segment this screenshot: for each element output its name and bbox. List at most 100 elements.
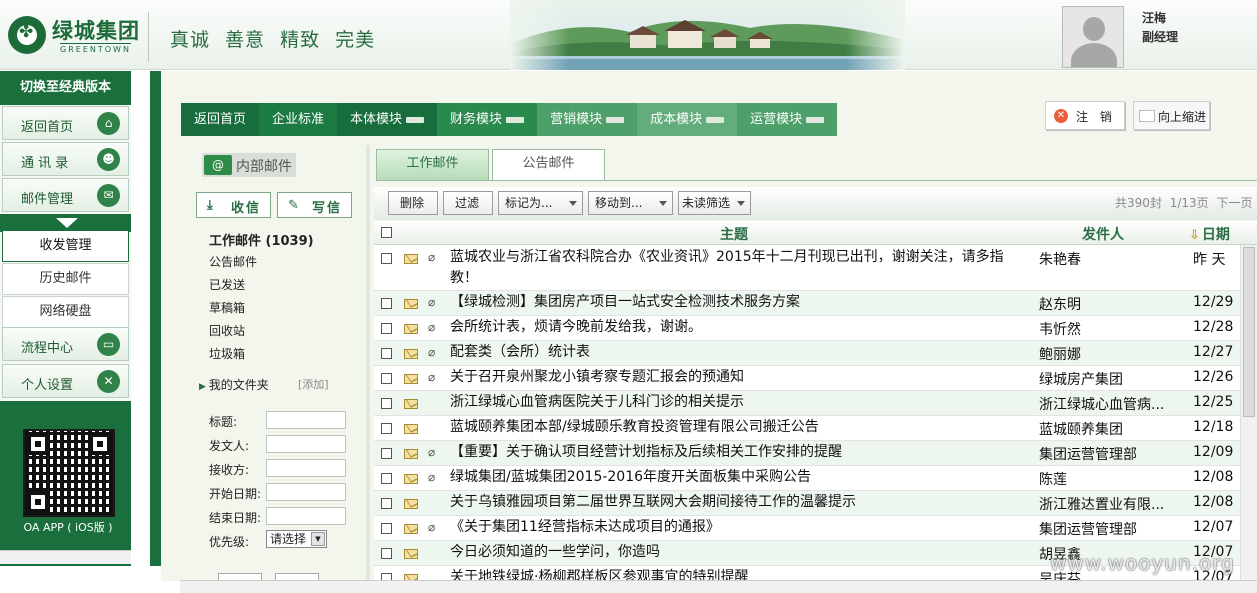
mail-sender: 陈莲 <box>1039 472 1067 488</box>
mail-date: 12/07 <box>1193 519 1234 535</box>
folder-work-mail[interactable]: 工作邮件 (1039) <box>209 230 314 249</box>
mail-subject[interactable]: 关于召开泉州聚龙小镇考察专题汇报会的预通知 <box>450 367 1030 388</box>
scrollbar-thumb[interactable] <box>1243 247 1255 417</box>
mail-row[interactable]: 关于乌镇雅园项目第二届世界互联网大会期间接待工作的温馨提示 浙江雅达置业有限...… <box>374 491 1257 516</box>
nav-standards[interactable]: 企业标准 <box>259 103 338 136</box>
unread-filter-dropdown[interactable]: 未读筛选 <box>678 191 751 215</box>
mail-subject[interactable]: 《关于集团11经营指标未达成项目的通报》 <box>450 517 1030 538</box>
row-checkbox[interactable] <box>381 253 392 264</box>
priority-value: 请选择 <box>270 532 307 546</box>
triangle-right-icon: ▶ <box>199 382 209 392</box>
nav-finance-module[interactable]: 财务模块 <box>437 103 538 136</box>
attachment-icon: ⌀ <box>428 250 436 264</box>
mail-subject[interactable]: 会所统计表，烦请今晚前发给我，谢谢。 <box>450 317 1030 338</box>
mail-list-vertical-scrollbar[interactable] <box>1240 245 1257 585</box>
mail-row[interactable]: ⌀ 绿城集团/蓝城集团2015-2016年度开关面板集中采购公告 陈莲 12/08 <box>374 466 1257 491</box>
priority-select[interactable]: 请选择 ▼ <box>266 530 327 548</box>
filter-button[interactable]: 过滤 <box>443 191 493 215</box>
write-mail-button[interactable]: ✎ 写信 <box>277 192 352 218</box>
pane-splitter[interactable] <box>366 145 370 585</box>
filter-end-date-input[interactable] <box>266 507 346 525</box>
folder-announcement[interactable]: 公告邮件 <box>209 253 257 270</box>
mail-row[interactable]: ⌀ 配套类（会所）统计表 鲍丽娜 12/27 <box>374 341 1257 366</box>
mail-row[interactable]: 蓝城颐养集团本部/绿城颐乐教育投资管理有限公司搬迁公告 蓝城颐养集团 12/18 <box>374 416 1257 441</box>
user-avatar[interactable] <box>1062 6 1124 68</box>
nav-cost-module[interactable]: 成本模块 <box>637 103 738 136</box>
sidebar-item-settings[interactable]: 个人设置 ✕ <box>2 364 129 398</box>
receive-mail-button[interactable]: ⤓ 收信 <box>196 192 271 218</box>
folder-junk[interactable]: 垃圾箱 <box>209 345 245 362</box>
row-checkbox[interactable] <box>381 423 392 434</box>
mail-subject[interactable]: 【重要】关于确认项目经营计划指标及后续相关工作安排的提醒 <box>450 442 1030 463</box>
filter-label: 结束日期: <box>209 511 262 525</box>
sidebar-item-home[interactable]: 返回首页 ⌂ <box>2 106 129 140</box>
sidebar-subitem-netdisk[interactable]: 网络硬盘 <box>2 296 129 328</box>
date-column-header[interactable]: ⇩ 日期 <box>1189 224 1230 244</box>
envelope-icon <box>404 254 418 264</box>
nav-label: 运营模块 <box>750 112 803 127</box>
row-checkbox[interactable] <box>381 298 392 309</box>
select-all-checkbox[interactable] <box>381 227 392 238</box>
filter-start-date-input[interactable] <box>266 483 346 501</box>
sidebar-item-workflow[interactable]: 流程中心 ▭ <box>2 327 129 361</box>
row-checkbox[interactable] <box>381 523 392 534</box>
mail-subject[interactable]: 关于乌镇雅园项目第二届世界互联网大会期间接待工作的温馨提示 <box>450 492 1030 513</box>
row-checkbox[interactable] <box>381 398 392 409</box>
sidebar-subitem-send-receive[interactable]: 收发管理 <box>2 230 129 262</box>
mark-as-dropdown[interactable]: 标记为... <box>498 191 583 215</box>
folder-recycle[interactable]: 回收站 <box>209 322 245 339</box>
collapse-up-button[interactable]: 向上缩进 <box>1133 101 1210 130</box>
sidebar-item-contacts[interactable]: 通 讯 录 ☻ <box>2 142 129 176</box>
mail-sender: 浙江绿城心血管病... <box>1039 397 1165 413</box>
row-checkbox[interactable] <box>381 548 392 559</box>
add-folder-link[interactable]: [添加] <box>298 376 329 392</box>
nav-home[interactable]: 返回首页 <box>181 103 260 136</box>
sidebar-collapse-bar[interactable] <box>150 71 161 566</box>
nav-marketing-module[interactable]: 营销模块 <box>537 103 638 136</box>
user-name: 汪梅 <box>1142 11 1167 25</box>
mail-row[interactable]: ⌀ 【重要】关于确认项目经营计划指标及后续相关工作安排的提醒 集团运营管理部 12/0… <box>374 441 1257 466</box>
nav-core-module[interactable]: 本体模块 <box>337 103 438 136</box>
switch-classic-button[interactable]: 切换至经典版本 <box>0 71 131 105</box>
filter-title-input[interactable] <box>266 411 346 429</box>
mail-subject[interactable]: 【绿城检测】集团房产项目一站式安全检测技术服务方案 <box>450 292 1030 313</box>
subject-column-header[interactable]: 主题 <box>720 224 748 244</box>
mail-row[interactable]: ⌀ 会所统计表，烦请今晚前发给我，谢谢。 韦忻然 12/28 <box>374 316 1257 341</box>
row-checkbox[interactable] <box>381 373 392 384</box>
tools-icon: ✕ <box>97 370 120 393</box>
page-horizontal-scrollbar[interactable] <box>180 580 1257 593</box>
mail-row[interactable]: ⌀ 蓝城农业与浙江省农科院合办《农业资讯》2015年十二月刊现已出刊，谢谢关注，请… <box>374 246 1257 291</box>
sidebar-horizontal-scrollbar[interactable] <box>0 550 131 564</box>
mail-row[interactable]: ⌀ 关于召开泉州聚龙小镇考察专题汇报会的预通知 绿城房产集团 12/26 <box>374 366 1257 391</box>
tab-work-mail[interactable]: 工作邮件 <box>376 149 489 181</box>
row-checkbox[interactable] <box>381 448 392 459</box>
sender-column-header[interactable]: 发件人 <box>1082 224 1124 244</box>
mail-subject[interactable]: 浙江绿城心血管病医院关于儿科门诊的相关提示 <box>450 392 1030 413</box>
filter-receiver-input[interactable] <box>266 459 346 477</box>
envelope-icon <box>404 499 418 509</box>
my-folders-toggle[interactable]: ▶ 我的文件夹 <box>199 376 269 393</box>
mail-row[interactable]: 浙江绿城心血管病医院关于儿科门诊的相关提示 浙江绿城心血管病... 12/25 <box>374 391 1257 416</box>
mail-subject[interactable]: 今日必须知道的一些学问，你造吗 <box>450 542 1030 563</box>
mail-row[interactable]: ⌀ 【绿城检测】集团房产项目一站式安全检测技术服务方案 赵东明 12/29 <box>374 291 1257 316</box>
mail-subject[interactable]: 蓝城农业与浙江省农科院合办《农业资讯》2015年十二月刊现已出刊，谢谢关注，请多… <box>450 247 1030 289</box>
delete-button[interactable]: 删除 <box>388 191 438 215</box>
sidebar-subitem-history[interactable]: 历史邮件 <box>2 263 129 295</box>
nav-operation-module[interactable]: 运营模块 <box>737 103 838 136</box>
mail-subject[interactable]: 关于地铁绿城·杨柳郡样板区参观事宜的特别提醒 <box>450 567 1030 581</box>
mail-subject[interactable]: 蓝城颐养集团本部/绿城颐乐教育投资管理有限公司搬迁公告 <box>450 417 1030 438</box>
mail-subject[interactable]: 配套类（会所）统计表 <box>450 342 1030 363</box>
folder-drafts[interactable]: 草稿箱 <box>209 299 245 316</box>
mail-row[interactable]: ⌀ 《关于集团11经营指标未达成项目的通报》 集团运营管理部 12/07 <box>374 516 1257 541</box>
folder-sent[interactable]: 已发送 <box>209 276 245 293</box>
tab-announcement-mail[interactable]: 公告邮件 <box>492 149 605 181</box>
row-checkbox[interactable] <box>381 498 392 509</box>
filter-sender-input[interactable] <box>266 435 346 453</box>
row-checkbox[interactable] <box>381 473 392 484</box>
logout-button[interactable]: ✕ 注 销 <box>1045 101 1125 130</box>
row-checkbox[interactable] <box>381 323 392 334</box>
move-to-dropdown[interactable]: 移动到... <box>588 191 673 215</box>
sidebar-item-mail[interactable]: 邮件管理 ✉ <box>2 178 129 212</box>
row-checkbox[interactable] <box>381 348 392 359</box>
mail-subject[interactable]: 绿城集团/蓝城集团2015-2016年度开关面板集中采购公告 <box>450 467 1030 488</box>
